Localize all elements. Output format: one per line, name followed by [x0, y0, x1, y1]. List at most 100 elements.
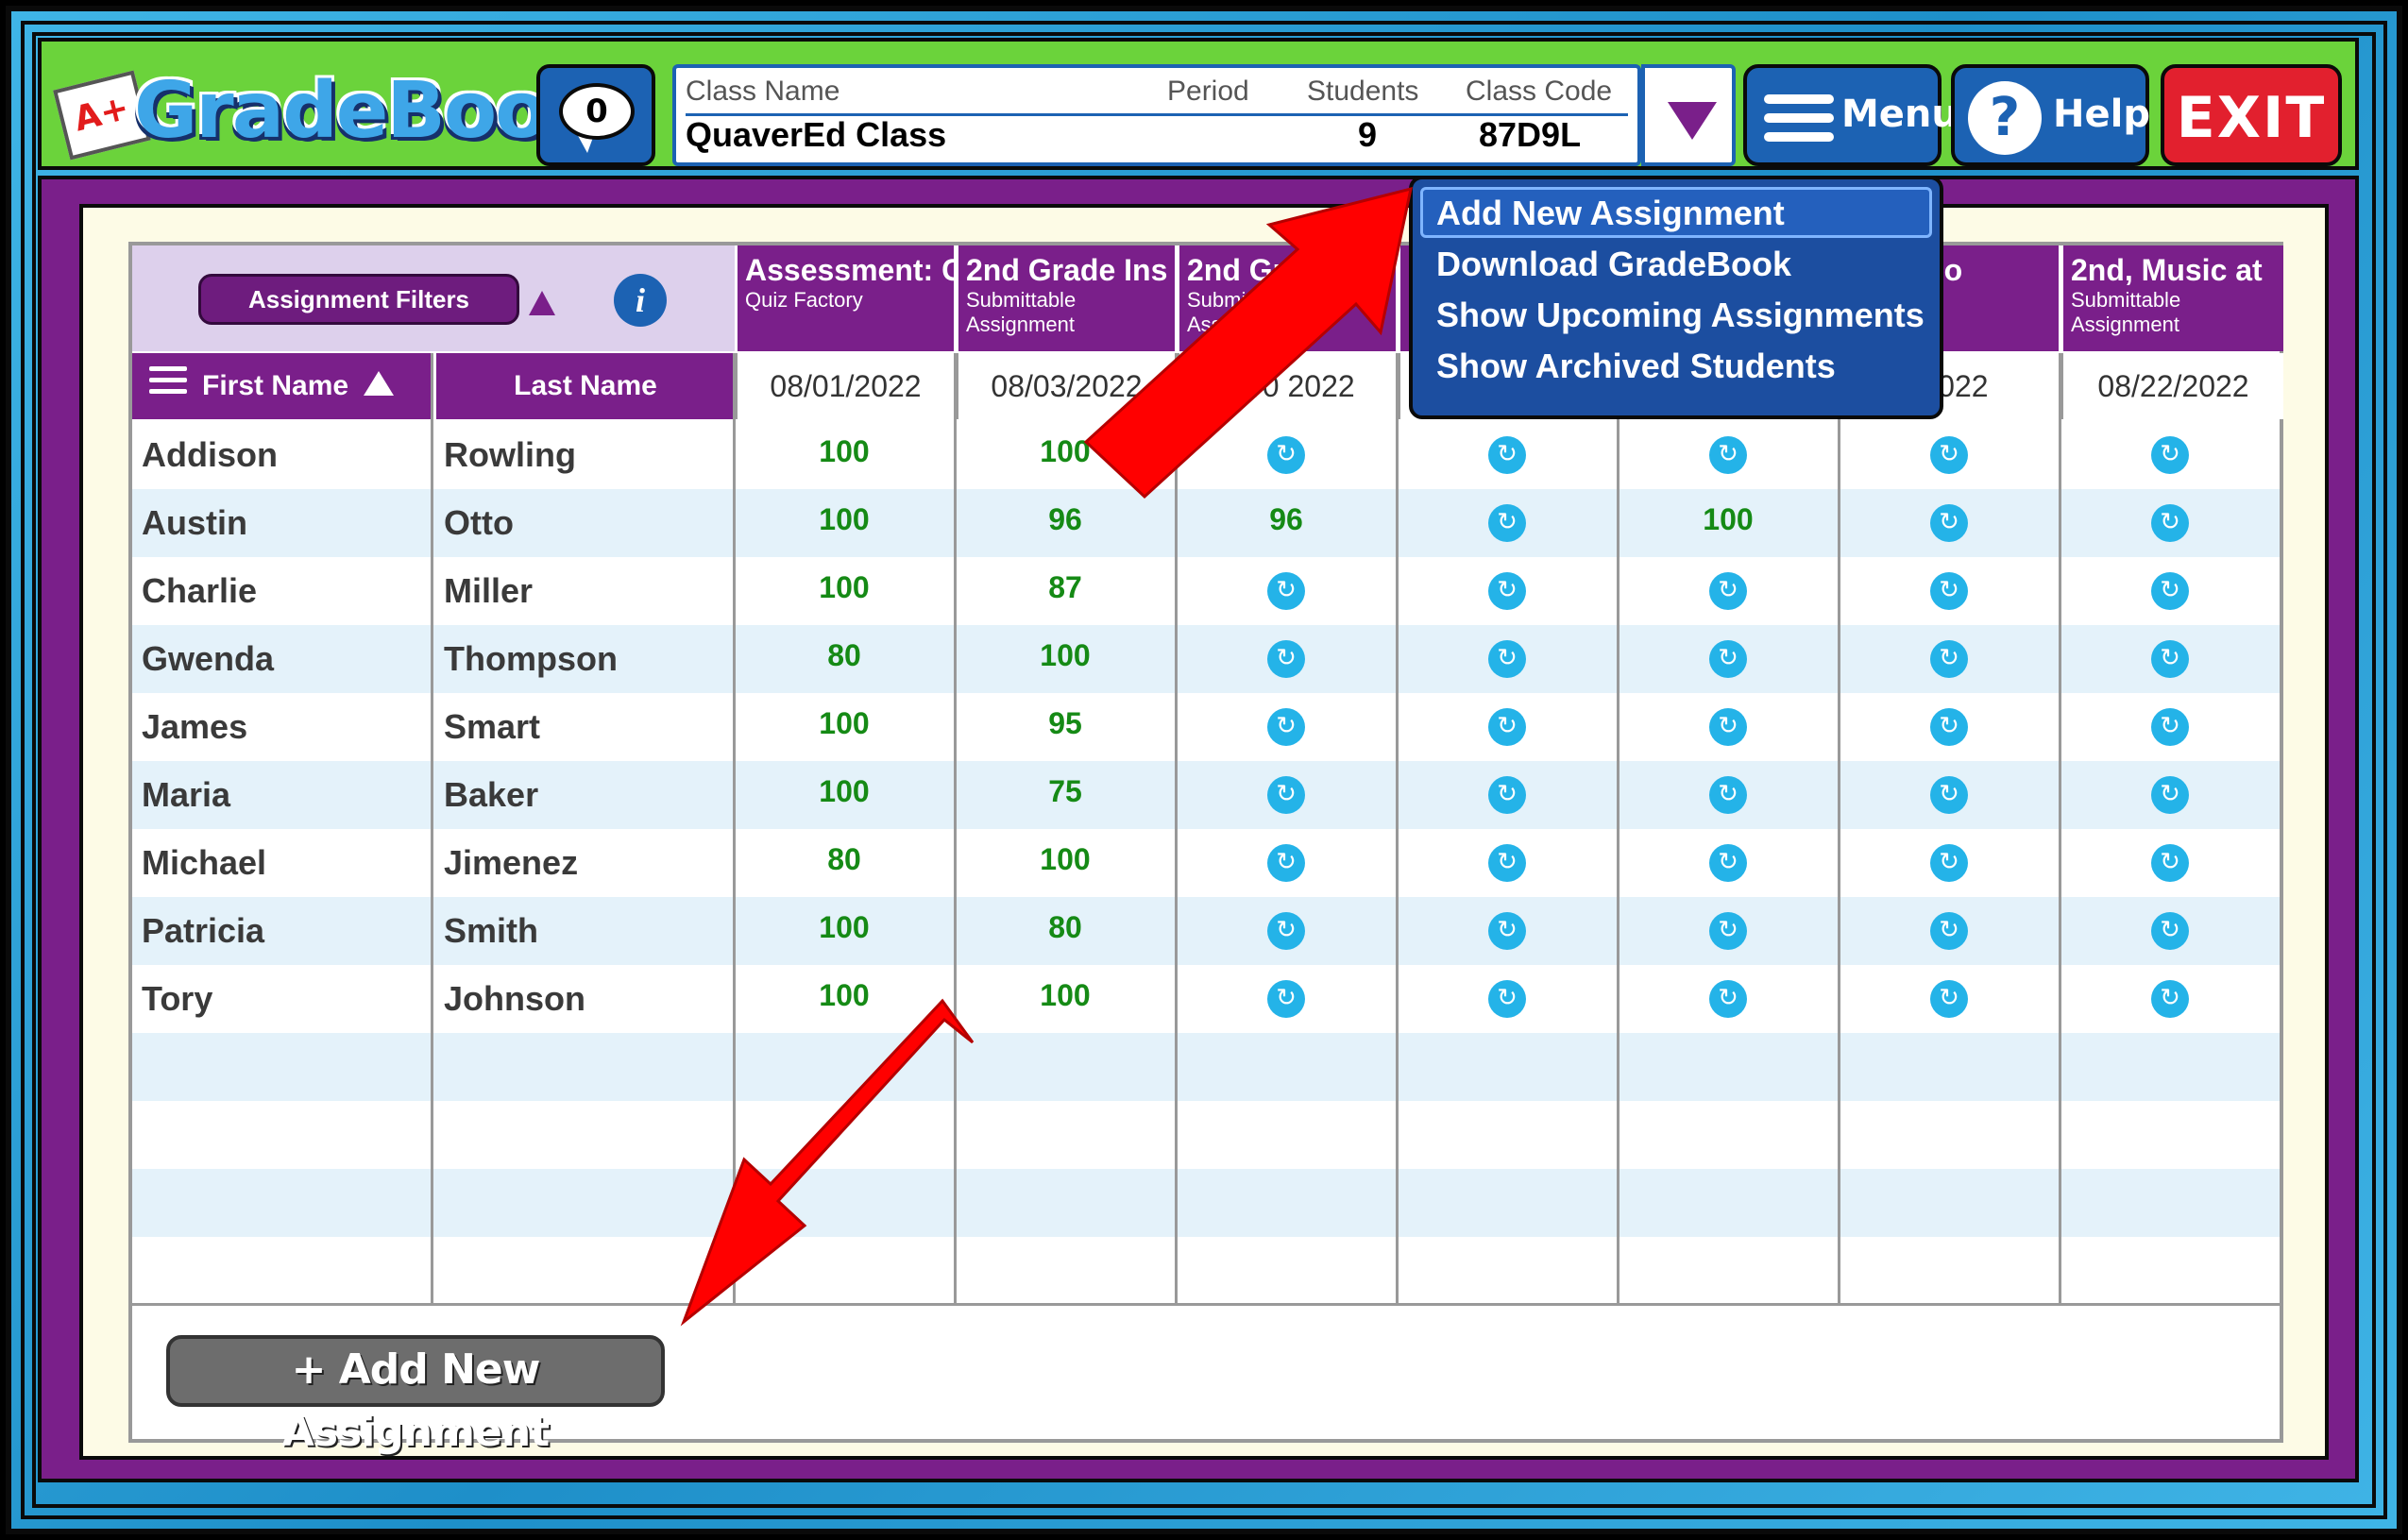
score-cell[interactable]: 96	[1177, 489, 1396, 557]
last-name-cell[interactable]: Smart	[444, 693, 540, 761]
submission-icon[interactable]: ↻	[2151, 572, 2189, 610]
first-name-header[interactable]: First Name	[132, 353, 432, 419]
last-name-cell[interactable]: Smith	[444, 897, 538, 965]
submission-icon[interactable]: ↻	[2151, 912, 2189, 950]
class-dropdown-button[interactable]	[1641, 64, 1736, 166]
submission-icon[interactable]: ↻	[1267, 436, 1305, 474]
submission-icon[interactable]: ↻	[1488, 912, 1526, 950]
class-selector[interactable]: Class Name Period Students Class Code Qu…	[672, 64, 1641, 166]
chevron-up-icon[interactable]	[529, 291, 555, 315]
menu-item-add-new-assignment[interactable]: Add New Assignment	[1420, 187, 1932, 238]
submission-icon[interactable]: ↻	[1267, 844, 1305, 882]
submission-icon[interactable]: ↻	[1488, 640, 1526, 678]
assignment-filters-button[interactable]: Assignment Filters	[198, 274, 519, 325]
menu-item-download-gradebook[interactable]: Download GradeBook	[1420, 238, 1932, 289]
last-name-cell[interactable]: Rowling	[444, 421, 576, 489]
score-cell[interactable]: 100	[956, 965, 1175, 1033]
last-name-cell[interactable]: Johnson	[444, 965, 585, 1033]
submission-icon[interactable]: ↻	[1930, 504, 1968, 542]
submission-icon[interactable]: ↻	[2151, 980, 2189, 1018]
first-name-cell[interactable]: Austin	[142, 489, 247, 557]
score-cell[interactable]: 100	[735, 693, 954, 761]
submission-icon[interactable]: ↻	[1930, 912, 1968, 950]
menu-item-show-archived-students[interactable]: Show Archived Students	[1420, 340, 1932, 391]
last-name-header[interactable]: Last Name	[436, 353, 735, 419]
submission-icon[interactable]: ↻	[2151, 708, 2189, 746]
submission-icon[interactable]: ↻	[1930, 776, 1968, 814]
menu-item-show-upcoming-assignments[interactable]: Show Upcoming Assignments	[1420, 289, 1932, 340]
first-name-cell[interactable]: Tory	[142, 965, 212, 1033]
score-cell[interactable]: 96	[956, 489, 1175, 557]
hamburger-icon[interactable]	[149, 366, 187, 400]
score-cell[interactable]: 100	[735, 965, 954, 1033]
submission-icon[interactable]: ↻	[1709, 708, 1747, 746]
submission-icon[interactable]: ↻	[1267, 912, 1305, 950]
score-cell[interactable]: 100	[956, 829, 1175, 897]
submission-icon[interactable]: ↻	[1267, 572, 1305, 610]
score-cell[interactable]: 95	[956, 693, 1175, 761]
submission-icon[interactable]: ↻	[1709, 912, 1747, 950]
first-name-cell[interactable]: James	[142, 693, 247, 761]
first-name-cell[interactable]: Charlie	[142, 557, 257, 625]
submission-icon[interactable]: ↻	[1709, 640, 1747, 678]
menu-button[interactable]: Menu	[1743, 64, 1959, 166]
assignment-column-header[interactable]: 2nd, Music at Submittable Assignment	[2060, 245, 2283, 351]
submission-icon[interactable]: ↻	[1267, 776, 1305, 814]
score-cell[interactable]: 75	[956, 761, 1175, 829]
submission-icon[interactable]: ↻	[1709, 844, 1747, 882]
submission-icon[interactable]: ↻	[2151, 844, 2189, 882]
score-cell[interactable]: 80	[956, 897, 1175, 965]
submission-icon[interactable]: ↻	[1488, 572, 1526, 610]
score-cell[interactable]: 100	[735, 489, 954, 557]
submission-icon[interactable]: ↻	[1709, 436, 1747, 474]
submission-icon[interactable]: ↻	[1930, 640, 1968, 678]
submission-icon[interactable]: ↻	[1267, 980, 1305, 1018]
last-name-cell[interactable]: Jimenez	[444, 829, 578, 897]
first-name-cell[interactable]: Addison	[142, 421, 278, 489]
submission-icon[interactable]: ↻	[2151, 640, 2189, 678]
submission-icon[interactable]: ↻	[1709, 776, 1747, 814]
score-cell[interactable]: 100	[735, 421, 954, 489]
submission-icon[interactable]: ↻	[1267, 640, 1305, 678]
submission-icon[interactable]: ↻	[1488, 708, 1526, 746]
submission-icon[interactable]: ↻	[1488, 980, 1526, 1018]
last-name-cell[interactable]: Miller	[444, 557, 533, 625]
first-name-cell[interactable]: Maria	[142, 761, 230, 829]
submission-icon[interactable]: ↻	[1488, 776, 1526, 814]
score-cell[interactable]: 80	[735, 829, 954, 897]
score-cell[interactable]: 100	[956, 625, 1175, 693]
submission-icon[interactable]: ↻	[1709, 980, 1747, 1018]
last-name-cell[interactable]: Thompson	[444, 625, 618, 693]
first-name-cell[interactable]: Patricia	[142, 897, 264, 965]
score-cell[interactable]: 100	[956, 421, 1175, 489]
submission-icon[interactable]: ↻	[1488, 436, 1526, 474]
submission-icon[interactable]: ↻	[2151, 436, 2189, 474]
score-cell[interactable]: 100	[735, 557, 954, 625]
add-new-assignment-button[interactable]: + Add New Assignment	[166, 1335, 665, 1456]
score-cell[interactable]: 100	[735, 761, 954, 829]
assignment-column-header[interactable]: 2nd Gr Submittable Assignment	[1177, 245, 1396, 351]
submission-icon[interactable]: ↻	[2151, 776, 2189, 814]
submission-icon[interactable]: ↻	[1267, 708, 1305, 746]
submission-icon[interactable]: ↻	[1930, 708, 1968, 746]
messages-button[interactable]: 0	[536, 64, 655, 166]
submission-icon[interactable]: ↻	[1930, 436, 1968, 474]
score-cell[interactable]: 100	[735, 897, 954, 965]
submission-icon[interactable]: ↻	[1488, 504, 1526, 542]
submission-icon[interactable]: ↻	[1930, 980, 1968, 1018]
score-cell[interactable]: 100	[1619, 489, 1838, 557]
submission-icon[interactable]: ↻	[1930, 844, 1968, 882]
help-button[interactable]: ? Help	[1951, 64, 2150, 166]
submission-icon[interactable]: ↻	[1488, 844, 1526, 882]
last-name-cell[interactable]: Baker	[444, 761, 538, 829]
score-cell[interactable]: 80	[735, 625, 954, 693]
first-name-cell[interactable]: Gwenda	[142, 625, 274, 693]
exit-button[interactable]: EXIT	[2161, 64, 2342, 166]
submission-icon[interactable]: ↻	[2151, 504, 2189, 542]
score-cell[interactable]: 87	[956, 557, 1175, 625]
submission-icon[interactable]: ↻	[1709, 572, 1747, 610]
first-name-cell[interactable]: Michael	[142, 829, 266, 897]
info-icon[interactable]: i	[614, 274, 667, 327]
assignment-column-header[interactable]: 2nd Grade Ins Submittable Assignment	[956, 245, 1175, 351]
last-name-cell[interactable]: Otto	[444, 489, 514, 557]
